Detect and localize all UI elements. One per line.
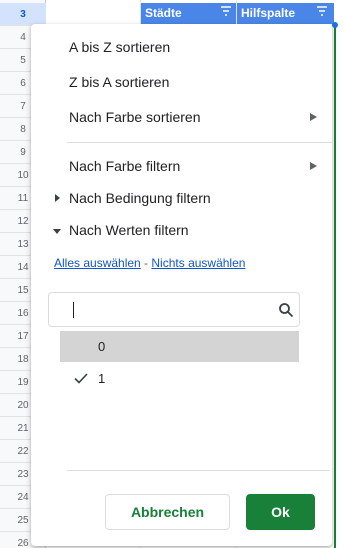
submenu-arrow-icon — [310, 113, 317, 121]
footer-divider — [67, 470, 330, 471]
ok-button[interactable]: Ok — [246, 494, 315, 530]
select-links: Alles auswählen - Nichts auswählen — [54, 256, 245, 270]
value-label: 0 — [98, 339, 106, 354]
filter-by-color-item[interactable]: Nach Farbe filtern — [69, 156, 332, 176]
select-none-link[interactable]: Nichts auswählen — [151, 256, 245, 270]
sort-by-color-item[interactable]: Nach Farbe sortieren — [69, 107, 332, 127]
sort-z-a-item[interactable]: Z bis A sortieren — [69, 72, 169, 92]
menu-divider — [67, 142, 332, 143]
collapsed-triangle-icon[interactable] — [53, 194, 61, 202]
row-number[interactable]: 3 — [0, 3, 46, 26]
filter-by-values-item[interactable]: Nach Werten filtern — [69, 220, 189, 240]
expanded-triangle-icon[interactable] — [53, 227, 61, 235]
value-option-0[interactable]: 0 — [60, 331, 299, 362]
header-label: Hilfspalte — [241, 6, 296, 20]
search-icon[interactable] — [278, 302, 294, 318]
submenu-arrow-icon — [310, 162, 317, 170]
value-label: 1 — [98, 371, 106, 386]
value-option-1[interactable]: 1 — [60, 363, 299, 394]
sort-a-z-item[interactable]: A bis Z sortieren — [69, 37, 170, 57]
selection-border — [334, 24, 336, 548]
value-search-input[interactable] — [48, 292, 300, 327]
text-caret — [73, 302, 74, 318]
filter-icon[interactable] — [316, 5, 328, 17]
filter-by-color-label: Nach Farbe filtern — [69, 158, 181, 174]
checkmark-icon — [74, 373, 88, 384]
link-separator: - — [140, 256, 152, 270]
cancel-button[interactable]: Abbrechen — [105, 494, 230, 530]
header-label: Städte — [145, 6, 182, 20]
sort-by-color-label: Nach Farbe sortieren — [69, 109, 201, 125]
filter-by-condition-item[interactable]: Nach Bedingung filtern — [69, 188, 211, 208]
select-all-link[interactable]: Alles auswählen — [54, 256, 141, 270]
filter-icon[interactable] — [220, 5, 232, 17]
selection-handle[interactable] — [332, 22, 338, 28]
filter-dropdown-panel: A bis Z sortieren Z bis A sortieren Nach… — [31, 24, 332, 546]
